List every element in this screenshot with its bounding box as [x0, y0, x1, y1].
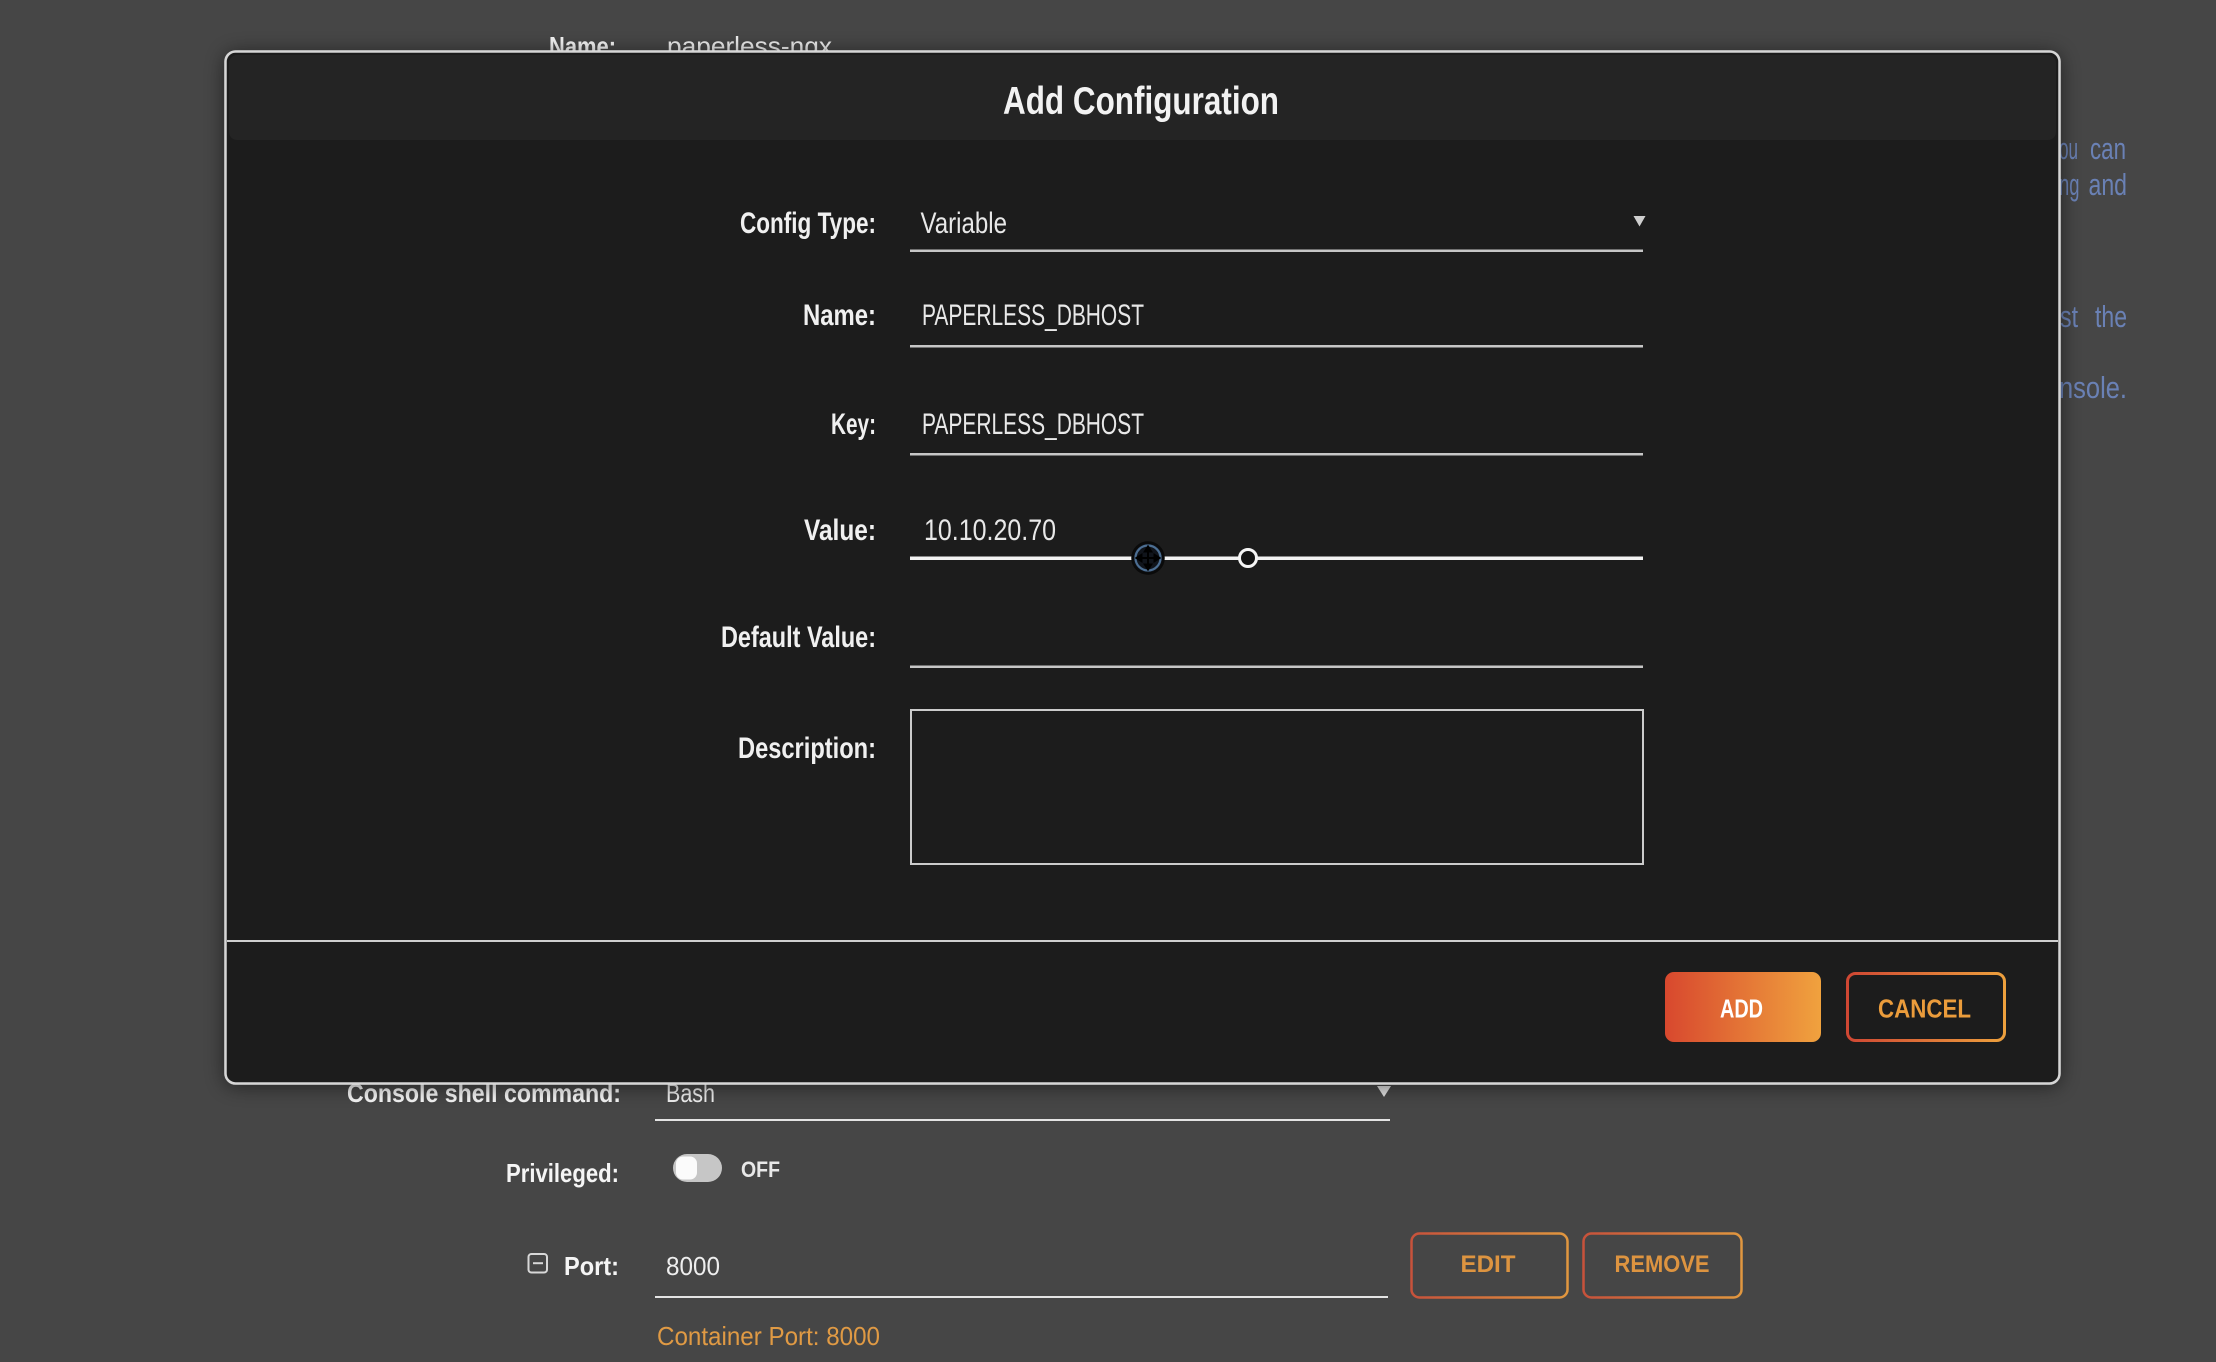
svg-text:Key:: Key: — [831, 408, 876, 441]
svg-text:Name:: Name: — [803, 299, 876, 332]
svg-text:ng: ng — [2059, 167, 2080, 202]
svg-text:PAPERLESS_DBHOST: PAPERLESS_DBHOST — [922, 299, 1144, 332]
svg-text:st: st — [2060, 299, 2078, 334]
svg-text:PAPERLESS_DBHOST: PAPERLESS_DBHOST — [922, 408, 1144, 441]
svg-text:Description:: Description: — [738, 732, 876, 765]
svg-text:8000: 8000 — [666, 1251, 720, 1281]
svg-text:Port:: Port: — [564, 1251, 619, 1281]
svg-text:Privileged:: Privileged: — [506, 1158, 619, 1188]
svg-text:ADD: ADD — [1720, 994, 1763, 1024]
svg-text:nsole.: nsole. — [2059, 370, 2127, 405]
svg-text:CANCEL: CANCEL — [1878, 994, 1971, 1024]
svg-text:EDIT: EDIT — [1461, 1251, 1516, 1278]
svg-text:Variable: Variable — [921, 207, 1008, 240]
svg-text:ou: ou — [2059, 131, 2078, 166]
svg-text:OFF: OFF — [741, 1157, 780, 1182]
svg-text:Container Port: 8000: Container Port: 8000 — [657, 1321, 880, 1351]
svg-text:REMOVE: REMOVE — [1615, 1251, 1710, 1278]
svg-text:10.10.20.70: 10.10.20.70 — [924, 514, 1056, 547]
svg-text:Default Value:: Default Value: — [721, 621, 876, 654]
svg-text:and: and — [2089, 167, 2128, 202]
svg-text:Config Type:: Config Type: — [740, 207, 876, 240]
svg-text:Value:: Value: — [804, 514, 876, 547]
svg-text:the: the — [2095, 299, 2127, 334]
svg-text:can: can — [2090, 131, 2126, 166]
svg-text:Add Configuration: Add Configuration — [1003, 80, 1279, 123]
